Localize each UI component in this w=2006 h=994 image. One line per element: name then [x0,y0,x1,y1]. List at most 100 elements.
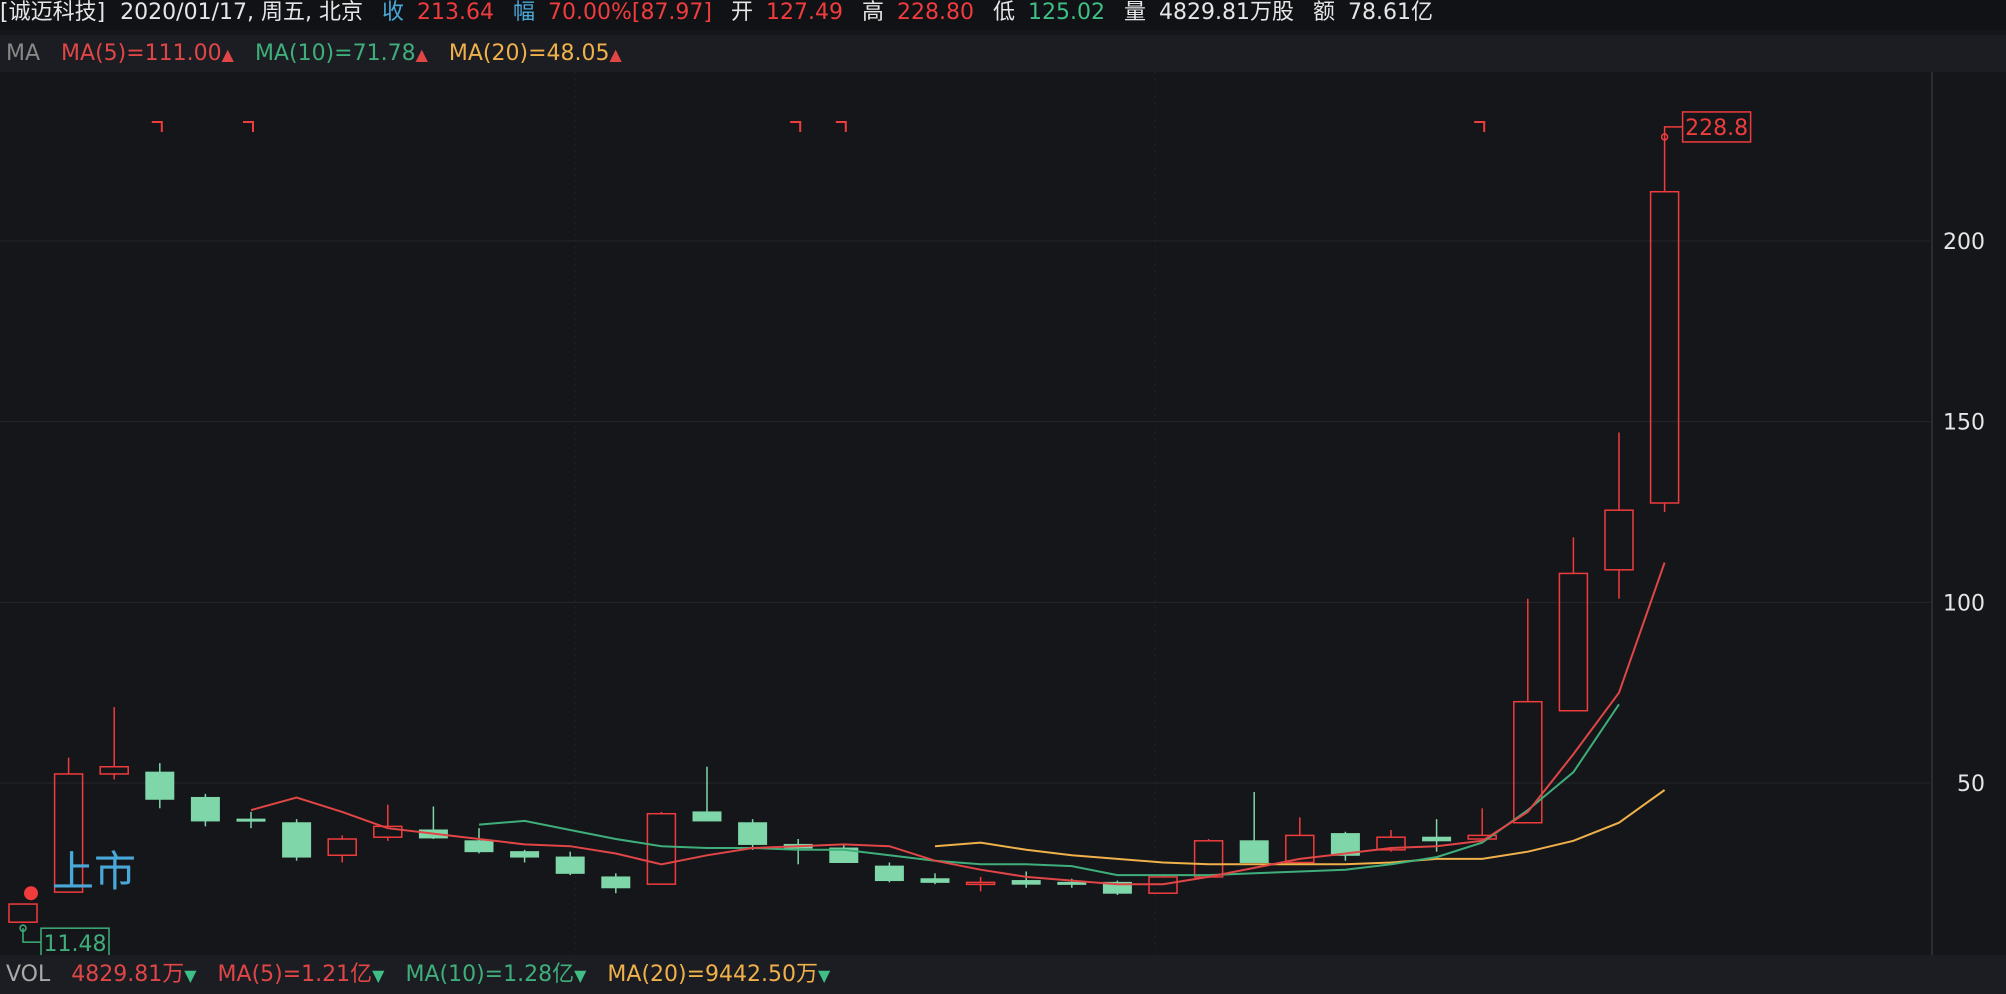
candle [555,851,585,876]
candle-body [1649,190,1680,504]
ma20-value: MA(20)=48.05 [448,41,610,66]
candle-body [145,771,175,800]
ma10-line [478,703,1620,877]
period-marker [151,121,163,132]
candles-layer [8,136,1680,923]
annotations-layer: 228.8 11.48 上市 [19,111,1752,955]
candle [738,819,768,850]
candle-body [1193,840,1224,878]
candle [692,766,722,822]
high-label: 高 [862,0,885,25]
candle [783,839,813,865]
candle-body [236,818,266,822]
stock-name: [诚迈科技] [0,0,106,25]
candle-body [555,856,585,874]
candle [601,873,631,894]
low-marker-label: 11.48 [44,932,107,955]
candle-body [282,822,312,858]
candle-body [8,903,38,923]
candle [829,844,859,863]
high-value: 228.80 [897,0,975,25]
arrow-down-icon: ▼ [574,966,587,985]
date-info: 2020/01/17, 周五, 北京 [120,0,363,25]
candle [1239,792,1269,863]
candle [8,903,38,923]
candle [874,862,904,883]
candle-body [99,765,129,775]
low-label: 低 [993,0,1016,25]
candle [1330,831,1360,861]
candle [1011,871,1041,888]
period-marker [790,121,802,132]
candle-body [1558,572,1589,712]
candle [327,835,357,863]
high-marker-label: 228.8 [1685,116,1748,141]
candle [1513,598,1543,824]
candle [920,873,950,885]
vol-ma5: MA(5)=1.21亿 [217,962,373,987]
range-label: 幅 [512,0,535,25]
candle-body [692,811,722,822]
period-markers-layer [151,121,1486,132]
candle-body [1604,509,1634,571]
candle [236,811,266,829]
candle [965,876,996,892]
arrow-up-icon: ▲ [609,45,622,64]
amount-value: 78.61亿 [1348,0,1434,25]
candle [646,811,677,885]
candle-body [965,881,996,886]
arrow-down-icon: ▼ [372,966,385,985]
quote-info-bar: [诚迈科技] 2020/01/17, 周五, 北京 收 213.64 幅 70.… [0,0,2006,30]
candle [1193,839,1224,878]
candle-body [738,822,768,845]
low-value: 125.02 [1028,0,1106,25]
range-extra: [87.97] [631,0,713,25]
y-tick-label: 50 [1957,772,1985,797]
y-tick-label: 200 [1943,230,1985,255]
candle-body [510,851,540,858]
listing-label: 上市 [52,847,136,896]
vol-legend-title: VOL [6,962,51,987]
arrow-down-icon: ▼ [184,966,197,985]
candle-body [327,838,357,857]
candle-body [1513,700,1543,824]
candle-body [874,865,904,882]
volume-value: 4829.81万股 [1159,0,1295,25]
candle-body [1011,880,1041,885]
candle-body [1422,836,1452,842]
candle [190,793,220,827]
candle [282,819,312,861]
range-value: 70.00% [547,0,632,25]
ma-lines-layer [250,562,1666,886]
vol-ma10: MA(10)=1.28亿 [405,962,575,987]
open-label: 开 [731,0,754,25]
candle [1649,136,1680,512]
candle-body [1057,881,1087,885]
period-marker [835,121,847,132]
volume-label: 量 [1124,0,1147,25]
candle-body [464,840,494,853]
arrow-up-icon: ▲ [221,45,234,64]
close-label: 收 [381,0,404,25]
ma5-value: MA(5)=111.00 [61,41,222,66]
close-value: 213.64 [416,0,494,25]
candle [99,707,129,780]
volume-legend: VOL 4829.81万▼ MA(5)=1.21亿▼ MA(10)=1.28亿▼… [0,955,2006,994]
candle [1604,432,1634,599]
listing-dot [24,886,38,901]
arrow-up-icon: ▲ [415,45,428,64]
candle [1558,537,1589,712]
period-marker [243,121,254,132]
candle-body [601,876,631,889]
vol-ma20: MA(20)=9442.50万 [607,962,819,987]
candle [373,804,403,841]
candle [510,849,540,863]
candle-body [646,812,677,885]
y-tick-label: 150 [1943,411,1985,436]
y-tick-label: 100 [1943,591,1985,616]
open-value: 127.49 [766,0,844,25]
ma5-line [250,562,1666,886]
candle-body [920,878,950,883]
candle-body [190,796,220,822]
candlestick-chart[interactable]: 50 100 150 200 228.8 11.48 上市 [0,72,2006,955]
